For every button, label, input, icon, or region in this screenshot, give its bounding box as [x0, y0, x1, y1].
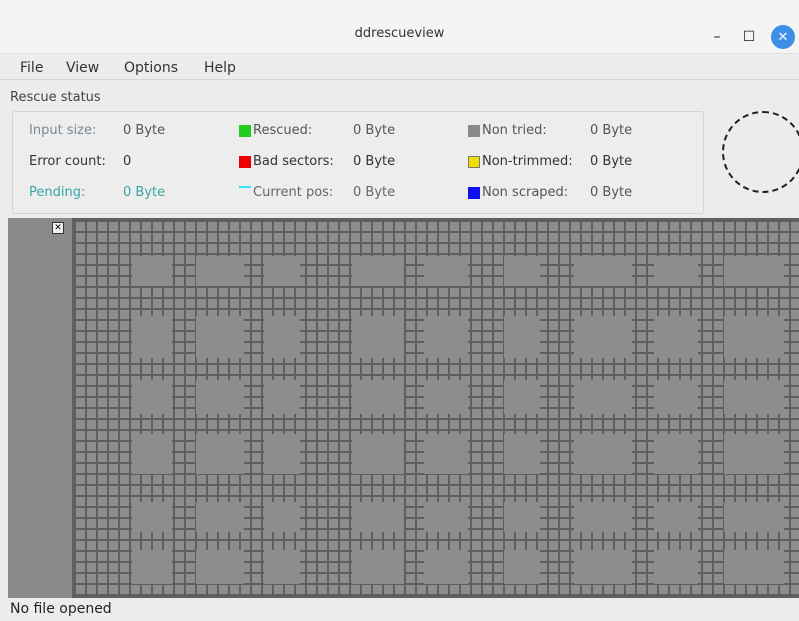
non-tried-label: Non tried: — [482, 123, 547, 138]
block-map-cell — [504, 550, 540, 584]
block-map-cell — [724, 316, 784, 358]
rescued-label: Rescued: — [253, 123, 313, 138]
block-map-cell — [424, 502, 468, 532]
block-map-cell — [352, 316, 404, 358]
bad-sectors-label: Bad sectors: — [253, 154, 334, 169]
block-map-cell — [424, 550, 468, 584]
block-map-cell — [352, 256, 404, 286]
block-map-cell — [654, 316, 698, 358]
block-map: ✕ — [8, 218, 799, 598]
menu-options[interactable]: Options — [124, 60, 178, 76]
block-map-cell — [574, 434, 632, 474]
window-title: ddrescueview — [354, 26, 445, 41]
block-map-cell — [264, 502, 300, 532]
minimize-icon[interactable]: – — [706, 28, 728, 46]
non-trimmed-swatch — [468, 156, 480, 168]
block-map-cell — [424, 380, 468, 414]
block-map-cell — [724, 550, 784, 584]
current-pos-marker — [239, 186, 251, 188]
block-map-cell — [196, 316, 244, 358]
error-count-label: Error count: — [29, 154, 106, 169]
block-map-grid[interactable] — [74, 220, 799, 596]
block-map-cell — [724, 256, 784, 286]
block-map-cell — [352, 434, 404, 474]
block-map-cell — [264, 434, 300, 474]
rescue-status-panel: Input size: 0 Byte Error count: 0 Pendin… — [12, 111, 704, 214]
close-icon[interactable]: ✕ — [771, 25, 795, 49]
input-size-value: 0 Byte — [123, 123, 166, 138]
close-square-icon[interactable]: ✕ — [52, 222, 64, 234]
block-map-cell — [724, 380, 784, 414]
non-tried-swatch — [468, 125, 480, 137]
block-map-cell — [424, 434, 468, 474]
current-pos-value: 0 Byte — [353, 185, 396, 200]
error-count-value: 0 — [123, 154, 132, 169]
block-map-cell — [196, 434, 244, 474]
block-map-cell — [574, 316, 632, 358]
block-map-cell — [196, 380, 244, 414]
status-text: No file opened — [10, 601, 112, 617]
block-map-cell — [132, 256, 172, 286]
rescued-swatch — [239, 125, 251, 137]
block-map-cell — [504, 380, 540, 414]
non-trimmed-label: Non-trimmed: — [482, 154, 573, 169]
non-scraped-swatch — [468, 187, 480, 199]
pending-label: Pending: — [29, 185, 86, 200]
bad-sectors-value: 0 Byte — [353, 154, 396, 169]
block-map-cell — [574, 502, 632, 532]
block-map-cell — [504, 434, 540, 474]
block-map-cell — [132, 550, 172, 584]
block-map-cell — [724, 434, 784, 474]
block-map-cell — [654, 256, 698, 286]
bad-sectors-swatch — [239, 156, 251, 168]
block-map-cell — [504, 316, 540, 358]
block-map-cell — [264, 550, 300, 584]
block-map-cell — [264, 316, 300, 358]
block-map-cell — [574, 550, 632, 584]
block-map-cell — [264, 256, 300, 286]
block-map-cell — [132, 434, 172, 474]
block-map-cell — [196, 256, 244, 286]
block-map-cell — [132, 502, 172, 532]
block-map-cell — [654, 502, 698, 532]
block-map-margin: ✕ — [8, 218, 72, 598]
menu-file[interactable]: File — [20, 60, 43, 76]
maximize-icon[interactable]: ☐ — [738, 28, 760, 46]
pending-value: 0 Byte — [123, 185, 166, 200]
non-scraped-value: 0 Byte — [590, 185, 633, 200]
block-map-cell — [654, 550, 698, 584]
block-map-cell — [654, 434, 698, 474]
block-map-cell — [424, 316, 468, 358]
title-bar: ddrescueview – ☐ ✕ — [0, 0, 799, 54]
block-map-cell — [196, 502, 244, 532]
menu-help[interactable]: Help — [204, 60, 236, 76]
block-map-cell — [504, 256, 540, 286]
block-map-cell — [132, 316, 172, 358]
block-map-cell — [352, 380, 404, 414]
block-map-cell — [132, 380, 172, 414]
block-map-cell — [264, 380, 300, 414]
progress-ring — [722, 111, 799, 193]
block-map-cell — [654, 380, 698, 414]
block-map-cell — [352, 550, 404, 584]
block-map-cell — [574, 380, 632, 414]
menu-bar: File View Options Help — [0, 56, 799, 80]
block-map-cell — [196, 550, 244, 584]
menu-view[interactable]: View — [66, 60, 99, 76]
block-map-cell — [504, 502, 540, 532]
status-bar: No file opened — [0, 598, 799, 621]
current-pos-label: Current pos: — [253, 185, 334, 200]
block-map-cell — [574, 256, 632, 286]
non-trimmed-value: 0 Byte — [590, 154, 633, 169]
rescued-value: 0 Byte — [353, 123, 396, 138]
non-scraped-label: Non scraped: — [482, 185, 569, 200]
block-map-cell — [352, 502, 404, 532]
non-tried-value: 0 Byte — [590, 123, 633, 138]
input-size-label: Input size: — [29, 123, 97, 138]
block-map-cell — [724, 502, 784, 532]
rescue-status-label: Rescue status — [10, 90, 101, 105]
block-map-cell — [424, 256, 468, 286]
